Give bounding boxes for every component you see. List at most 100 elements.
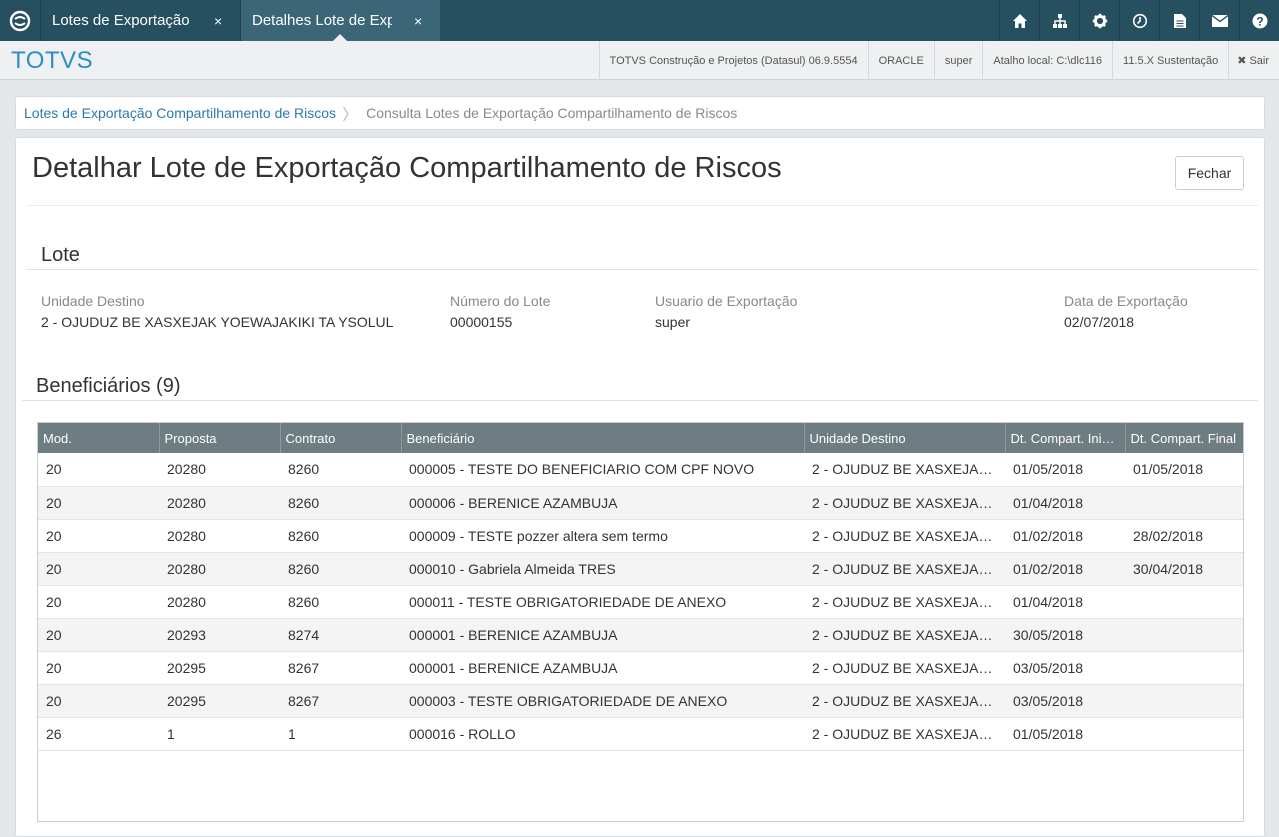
cell-unidade-destino: 2 - OJUDUZ BE XASXEJAK YOEWAJAKIKI TA YS…: [804, 453, 1005, 487]
cell-mod: 20: [38, 453, 159, 487]
breadcrumb-link[interactable]: Lotes de Exportação Compartilhamento de …: [24, 105, 336, 121]
column-header-mod[interactable]: Mod.: [38, 423, 160, 453]
cell-mod: 20: [38, 618, 159, 652]
cell-dt-inicial: 01/05/2018: [1005, 453, 1125, 487]
table-row[interactable]: 20 20280 8260 000010 - Gabriela Almeida …: [38, 552, 1243, 586]
document-icon[interactable]: [1159, 0, 1199, 41]
field-label: Data de Exportação: [1064, 293, 1188, 309]
table-row[interactable]: 20 20295 8267 000003 - TESTE OBRIGATORIE…: [38, 684, 1243, 718]
main-panel: Detalhar Lote de Exportação Compartilham…: [15, 137, 1265, 837]
cell-contrato: 8267: [280, 684, 401, 718]
cell-proposta: 20280: [159, 519, 280, 553]
cell-mod: 20: [38, 585, 159, 619]
top-tab-bar: Lotes de Exportação Compartilhamento de …: [0, 0, 1279, 41]
home-icon[interactable]: [999, 0, 1039, 41]
tab-lotes-exportacao[interactable]: Lotes de Exportação Compartilhamento de …: [40, 0, 240, 41]
cell-contrato: 8260: [280, 585, 401, 619]
table-row[interactable]: 20 20280 8260 000005 - TESTE DO BENEFICI…: [38, 453, 1243, 487]
mail-icon[interactable]: [1199, 0, 1239, 41]
svg-text:?: ?: [1256, 14, 1263, 28]
cell-dt-final: [1125, 684, 1243, 718]
column-header-dt-inicial[interactable]: Dt. Compart. Inicial: [1005, 423, 1126, 453]
header-info: TOTVS Construção e Projetos (Datasul) 06…: [598, 41, 1279, 80]
column-header-dt-final[interactable]: Dt. Compart. Final: [1125, 423, 1243, 453]
cell-beneficiario: 000010 - Gabriela Almeida TRES: [401, 552, 804, 586]
cell-contrato: 8260: [280, 519, 401, 553]
close-button[interactable]: Fechar: [1175, 156, 1244, 190]
cell-beneficiario: 000003 - TESTE OBRIGATORIEDADE DE ANEXO: [401, 684, 804, 718]
cell-beneficiario: 000005 - TESTE DO BENEFICIARIO COM CPF N…: [401, 453, 804, 487]
cell-proposta: 20280: [159, 486, 280, 520]
cell-unidade-destino: 2 - OJUDUZ BE XASXEJAK YOEWAJAKIKI TA YS…: [804, 618, 1005, 652]
column-header-contrato[interactable]: Contrato: [280, 423, 402, 453]
breadcrumb-separator-icon: 〉: [342, 107, 359, 124]
cell-proposta: 20295: [159, 651, 280, 685]
section-title-beneficiarios: Beneficiários (9): [36, 375, 181, 397]
cell-dt-final: [1125, 717, 1243, 751]
header-bar: TOTVS TOTVS Construção e Projetos (Datas…: [0, 41, 1279, 80]
cell-unidade-destino: 2 - OJUDUZ BE XASXEJAK YOEWAJAKIKI TA YS…: [804, 552, 1005, 586]
table-row[interactable]: 20 20280 8260 000011 - TESTE OBRIGATORIE…: [38, 585, 1243, 619]
column-header-beneficiario[interactable]: Beneficiário: [401, 423, 805, 453]
history-icon[interactable]: [1119, 0, 1159, 41]
tab-label: Detalhes Lote de Exportação: [252, 12, 392, 29]
cell-contrato: 1: [280, 717, 401, 751]
cell-mod: 20: [38, 651, 159, 685]
table-row[interactable]: 26 1 1 000016 - ROLLO 2 - OJUDUZ BE XASX…: [38, 717, 1243, 751]
logout-button[interactable]: ✖ Sair: [1228, 41, 1279, 80]
tab-detalhes-lote[interactable]: Detalhes Lote de Exportação ×: [240, 0, 440, 41]
column-header-proposta[interactable]: Proposta: [159, 423, 281, 453]
cell-dt-inicial: 03/05/2018: [1005, 684, 1125, 718]
cell-contrato: 8267: [280, 651, 401, 685]
brand-logo: TOTVS: [11, 47, 94, 74]
page-title: Detalhar Lote de Exportação Compartilham…: [32, 152, 782, 184]
version-info: 11.5.X Sustentação: [1112, 41, 1228, 80]
cell-mod: 20: [38, 684, 159, 718]
grid-header-row: Mod. Proposta Contrato Beneficiário Unid…: [38, 423, 1243, 453]
cell-contrato: 8260: [280, 453, 401, 487]
cell-dt-final: [1125, 486, 1243, 520]
field-usuario-exportacao: Usuario de Exportação super: [655, 293, 797, 330]
table-row[interactable]: 20 20280 8260 000009 - TESTE pozzer alte…: [38, 519, 1243, 553]
help-icon[interactable]: ?: [1239, 0, 1279, 41]
close-icon: ✖: [1237, 55, 1247, 67]
cell-unidade-destino: 2 - OJUDUZ BE XASXEJAK YOEWAJAKIKI TA YS…: [804, 717, 1005, 751]
cell-dt-final: 30/04/2018: [1125, 552, 1243, 586]
user-info: super: [933, 41, 983, 80]
cell-mod: 26: [38, 717, 159, 751]
section-title-lote: Lote: [41, 244, 80, 266]
totvs-logo-icon[interactable]: [0, 0, 40, 41]
close-tab-icon[interactable]: ×: [214, 13, 222, 29]
cell-contrato: 8274: [280, 618, 401, 652]
cell-beneficiario: 000006 - BERENICE AZAMBUJA: [401, 486, 804, 520]
gear-icon[interactable]: [1079, 0, 1119, 41]
table-row[interactable]: 20 20293 8274 000001 - BERENICE AZAMBUJA…: [38, 618, 1243, 652]
table-row[interactable]: 20 20280 8260 000006 - BERENICE AZAMBUJA…: [38, 486, 1243, 520]
cell-proposta: 20280: [159, 585, 280, 619]
breadcrumb: Lotes de Exportação Compartilhamento de …: [15, 96, 1265, 130]
cell-dt-final: [1125, 618, 1243, 652]
beneficiarios-grid: Mod. Proposta Contrato Beneficiário Unid…: [37, 422, 1244, 822]
cell-dt-final: 28/02/2018: [1125, 519, 1243, 553]
cell-proposta: 1: [159, 717, 280, 751]
cell-beneficiario: 000011 - TESTE OBRIGATORIEDADE DE ANEXO: [401, 585, 804, 619]
shortcut-info: Atalho local: C:\dlc116: [982, 41, 1112, 80]
cell-dt-inicial: 03/05/2018: [1005, 651, 1125, 685]
column-header-unidade-destino[interactable]: Unidade Destino: [804, 423, 1006, 453]
cell-unidade-destino: 2 - OJUDUZ BE XASXEJAK YOEWAJAKIKI TA YS…: [804, 651, 1005, 685]
close-tab-icon[interactable]: ×: [414, 13, 422, 29]
divider: [26, 269, 1258, 270]
field-value: 02/07/2018: [1064, 314, 1135, 330]
cell-dt-inicial: 01/02/2018: [1005, 552, 1125, 586]
cell-contrato: 8260: [280, 552, 401, 586]
table-row[interactable]: 20 20295 8267 000001 - BERENICE AZAMBUJA…: [38, 651, 1243, 685]
cell-proposta: 20293: [159, 618, 280, 652]
cell-dt-inicial: 01/02/2018: [1005, 519, 1125, 553]
sitemap-icon[interactable]: [1039, 0, 1079, 41]
cell-unidade-destino: 2 - OJUDUZ BE XASXEJAK YOEWAJAKIKI TA YS…: [804, 486, 1005, 520]
field-label: Número do Lote: [450, 293, 551, 309]
cell-dt-inicial: 01/05/2018: [1005, 717, 1125, 751]
divider: [22, 400, 1258, 401]
tab-label: Lotes de Exportação Compartilhamento de …: [52, 12, 192, 29]
cell-proposta: 20295: [159, 684, 280, 718]
